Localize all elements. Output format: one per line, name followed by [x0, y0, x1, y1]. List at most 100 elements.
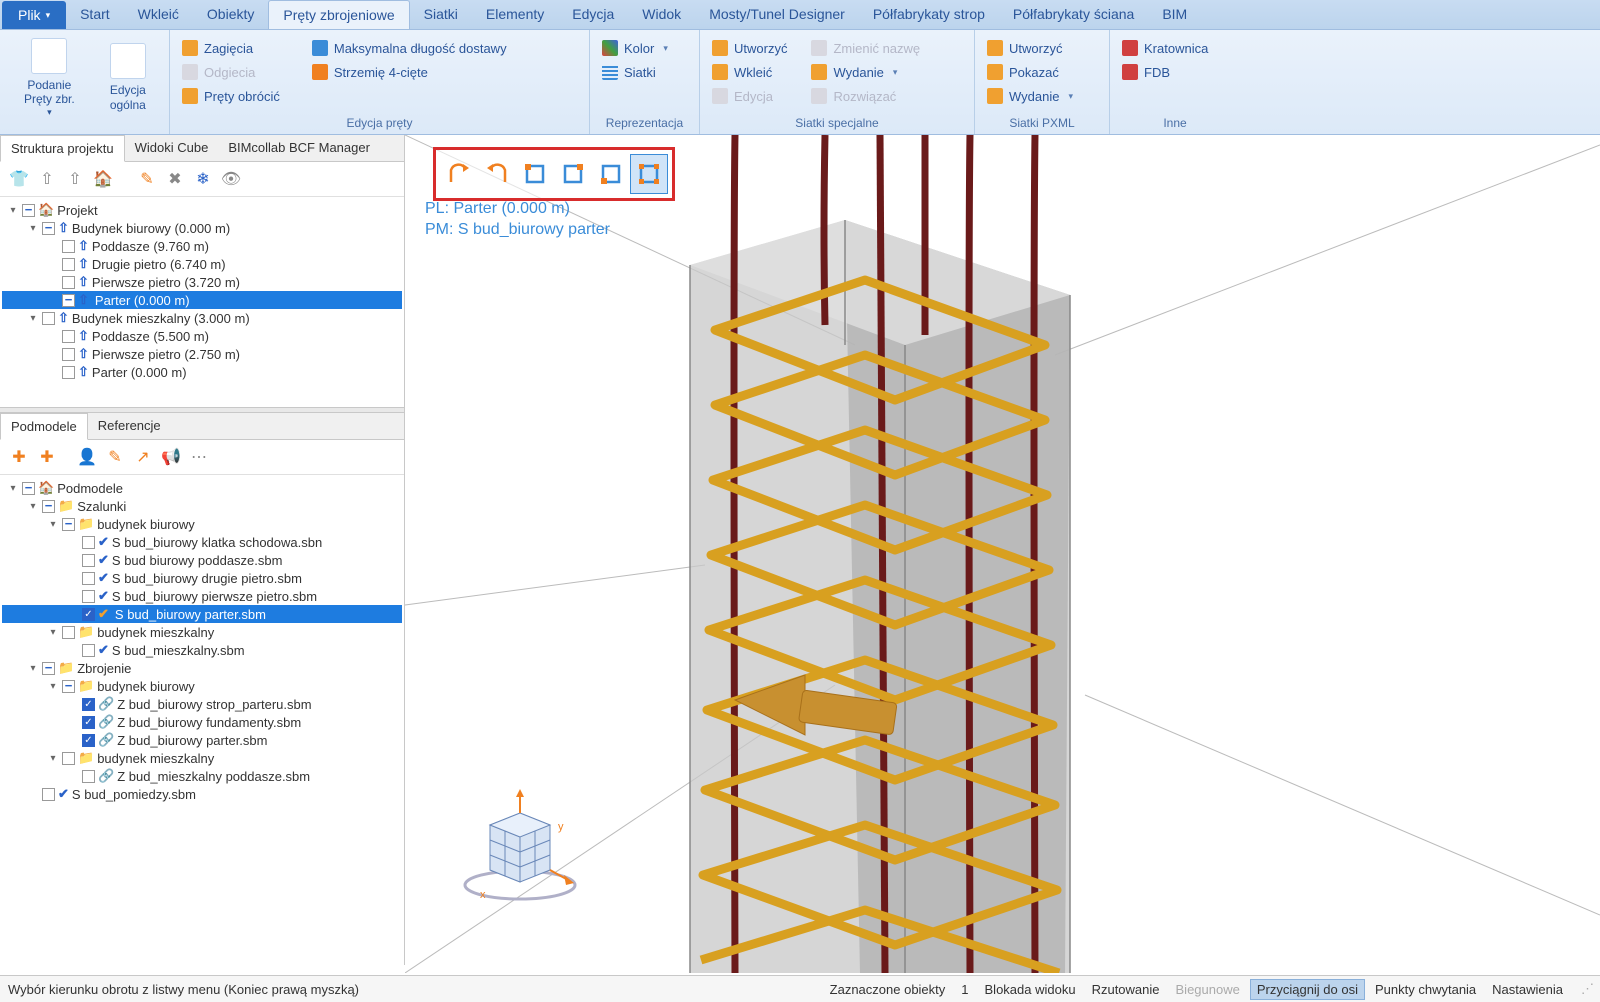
tree-row[interactable]: ✔S bud_biurowy klatka schodowa.sbn [2, 533, 402, 551]
square-bl-icon[interactable] [592, 154, 630, 194]
utworzyc-button[interactable]: Utworzyć [708, 38, 791, 58]
tree-row[interactable]: 🔗Z bud_mieszkalny poddasze.sbm [2, 767, 402, 785]
tree-row[interactable]: ✔S bud_biurowy drugie pietro.sbm [2, 569, 402, 587]
status-item[interactable]: Blokada widoku [979, 980, 1082, 999]
checkbox-checked[interactable] [82, 608, 95, 621]
checkbox-partial[interactable] [42, 222, 55, 235]
expand-caret[interactable]: ▾ [27, 663, 39, 674]
tab-widoki-cube[interactable]: Widoki Cube [125, 135, 219, 161]
fdb-button[interactable]: FDB [1118, 62, 1232, 82]
status-item[interactable]: Przyciągnij do osi [1250, 979, 1365, 1000]
tree-row[interactable]: ⇧Poddasze (5.500 m) [2, 327, 402, 345]
submodel-tree[interactable]: ▾🏠Podmodele▾📁Szalunki▾📁budynek biurowy✔S… [0, 475, 404, 965]
pxml-pokazac-button[interactable]: Pokazać [983, 62, 1101, 82]
tree-row[interactable]: ▾🏠Podmodele [2, 479, 402, 497]
tab-bimcollab[interactable]: BIMcollab BCF Manager [218, 135, 380, 161]
rotate-cw-icon[interactable] [440, 154, 478, 194]
square-all-icon[interactable] [630, 154, 668, 194]
tree-row[interactable]: ⇧Drugie pietro (6.740 m) [2, 255, 402, 273]
odgiecia-button[interactable]: Odgiecia [178, 62, 284, 82]
arrow-up-icon[interactable]: ⇧ [36, 168, 58, 190]
ribbon-tab-start[interactable]: Start [66, 0, 124, 29]
checkbox[interactable] [62, 330, 75, 343]
ribbon-tab-p-fabrykaty-strop[interactable]: Półfabrykaty strop [859, 0, 999, 29]
checkbox-checked[interactable] [82, 734, 95, 747]
expand-caret[interactable]: ▾ [47, 627, 59, 638]
arrow-up-icon[interactable]: ⇧ [64, 168, 86, 190]
checkbox[interactable] [62, 348, 75, 361]
status-item[interactable]: Punkty chwytania [1369, 980, 1482, 999]
checkbox[interactable] [62, 258, 75, 271]
kratownica-button[interactable]: Kratownica [1118, 38, 1232, 58]
tree-row[interactable]: ▾📁Zbrojenie [2, 659, 402, 677]
ribbon-tab-p-fabrykaty-ciana[interactable]: Półfabrykaty ściana [999, 0, 1148, 29]
status-item[interactable]: Rzutowanie [1086, 980, 1166, 999]
tree-row[interactable]: ▾🏠Projekt [2, 201, 402, 219]
edit-icon[interactable]: ✎ [136, 168, 158, 190]
square-tr-icon[interactable] [554, 154, 592, 194]
tree-row[interactable]: ⇧Parter (0.000 m) [2, 291, 402, 309]
tree-row[interactable]: ⇧Pierwsze pietro (2.750 m) [2, 345, 402, 363]
expand-caret[interactable]: ▾ [7, 483, 19, 494]
expand-caret[interactable]: ▾ [27, 223, 39, 234]
zagiecia-button[interactable]: Zagięcia [178, 38, 284, 58]
ribbon-tab-edycja[interactable]: Edycja [558, 0, 628, 29]
tree-row[interactable]: 🔗Z bud_biurowy fundamenty.sbm [2, 713, 402, 731]
checkbox-partial[interactable] [42, 500, 55, 513]
tree-row[interactable]: ✔S bud_mieszkalny.sbm [2, 641, 402, 659]
pxml-wydanie-button[interactable]: Wydanie▾ [983, 86, 1101, 106]
checkbox-partial[interactable] [22, 204, 35, 217]
tree-row[interactable]: 🔗Z bud_biurowy strop_parteru.sbm [2, 695, 402, 713]
checkbox[interactable] [62, 276, 75, 289]
add-link-icon[interactable]: ✚ [36, 446, 58, 468]
file-menu-button[interactable]: Plik [2, 1, 66, 29]
square-tl-icon[interactable] [516, 154, 554, 194]
tree-row[interactable]: ✔S bud_pomiedzy.sbm [2, 785, 402, 803]
tree-row[interactable]: ✔S bud_biurowy pierwsze pietro.sbm [2, 587, 402, 605]
checkbox-partial[interactable] [42, 662, 55, 675]
checkbox[interactable] [82, 590, 95, 603]
checkbox-partial[interactable] [22, 482, 35, 495]
checkbox[interactable] [82, 770, 95, 783]
tab-referencje[interactable]: Referencje [88, 413, 171, 439]
checkbox-partial[interactable] [62, 294, 75, 307]
expand-caret[interactable]: ▾ [47, 753, 59, 764]
user-icon[interactable]: 👤 [76, 446, 98, 468]
expand-caret[interactable]: ▾ [7, 205, 19, 216]
checkbox[interactable] [62, 240, 75, 253]
checkbox[interactable] [82, 536, 95, 549]
orientation-cube[interactable]: y x [460, 785, 580, 905]
rozwiazac-button[interactable]: Rozwiązać [807, 86, 924, 106]
max-dlugosc-button[interactable]: Maksymalna długość dostawy [308, 38, 511, 58]
tab-podmodele[interactable]: Podmodele [0, 413, 88, 440]
home-up-icon[interactable]: 🏠 [92, 168, 114, 190]
tree-row[interactable]: ▾📁budynek biurowy [2, 515, 402, 533]
checkbox[interactable] [82, 572, 95, 585]
wkleic-button[interactable]: Wkleić [708, 62, 791, 82]
checkbox-checked[interactable] [82, 698, 95, 711]
tree-row[interactable]: 🔗Z bud_biurowy parter.sbm [2, 731, 402, 749]
checkbox[interactable] [42, 312, 55, 325]
rotate-ccw-icon[interactable] [478, 154, 516, 194]
tree-row[interactable]: ▾⇧Budynek biurowy (0.000 m) [2, 219, 402, 237]
checkbox[interactable] [82, 644, 95, 657]
tree-row[interactable]: ⇧Parter (0.000 m) [2, 363, 402, 381]
tree-row[interactable]: ✔S bud_biurowy parter.sbm [2, 605, 402, 623]
checkbox-checked[interactable] [82, 716, 95, 729]
ribbon-tab-pr-ty-zbrojeniowe[interactable]: Pręty zbrojeniowe [268, 0, 409, 29]
edit-icon[interactable]: ✎ [104, 446, 126, 468]
ribbon-tab-elementy[interactable]: Elementy [472, 0, 558, 29]
tree-row[interactable]: ▾📁budynek mieszkalny [2, 623, 402, 641]
add-icon[interactable]: ✚ [8, 446, 30, 468]
siatki-button[interactable]: Siatki [598, 62, 691, 82]
checkbox-partial[interactable] [62, 680, 75, 693]
delete-icon[interactable]: ✖ [164, 168, 186, 190]
checkbox[interactable] [42, 788, 55, 801]
resize-grip-icon[interactable]: ⋰ [1581, 981, 1592, 997]
strzemie-button[interactable]: Strzemię 4-cięte [308, 62, 511, 82]
expand-caret[interactable]: ▾ [27, 501, 39, 512]
checkbox[interactable] [82, 554, 95, 567]
ribbon-tab-bim[interactable]: BIM [1148, 0, 1201, 29]
tree-row[interactable]: ▾📁Szalunki [2, 497, 402, 515]
viewport-3d[interactable]: PL: Parter (0.000 m) PM: S bud_biurowy p… [405, 135, 1600, 975]
